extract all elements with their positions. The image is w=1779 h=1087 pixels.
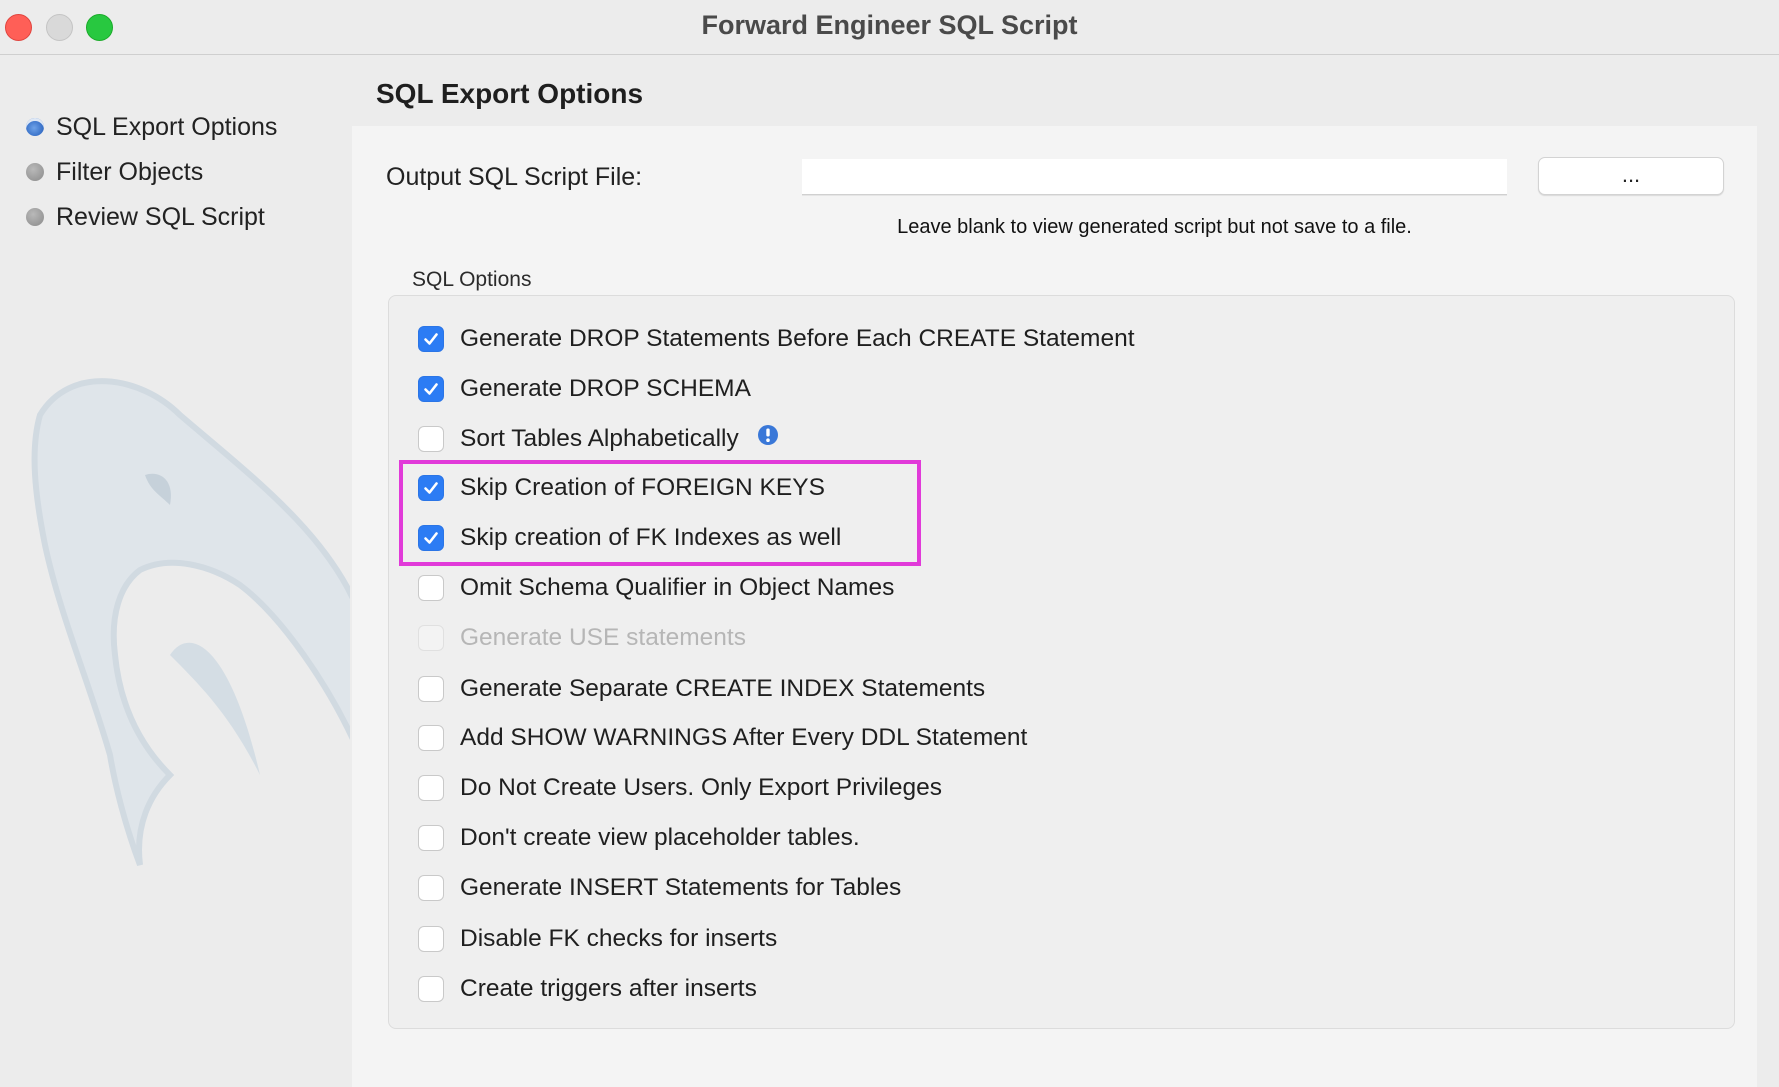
- checkbox[interactable]: [418, 926, 444, 952]
- browse-file-button[interactable]: ...: [1538, 157, 1724, 195]
- sidebar-item-sql-export-options[interactable]: SQL Export Options: [26, 109, 277, 145]
- option-separate-create-index[interactable]: Generate Separate CREATE INDEX Statement…: [418, 672, 985, 706]
- info-icon[interactable]: [757, 424, 779, 446]
- option-label: Disable FK checks for inserts: [460, 925, 778, 952]
- checkmark-icon: [424, 383, 438, 395]
- output-file-input[interactable]: [802, 159, 1507, 195]
- option-no-view-placeholder-tables[interactable]: Don't create view placeholder tables.: [418, 821, 860, 855]
- sidebar-item-filter-objects[interactable]: Filter Objects: [26, 154, 203, 190]
- checkbox[interactable]: [418, 775, 444, 801]
- option-create-triggers-after-inserts[interactable]: Create triggers after inserts: [418, 972, 757, 1006]
- checkmark-icon: [424, 333, 438, 345]
- output-file-hint: Leave blank to view generated script but…: [897, 216, 1412, 238]
- page-title: SQL Export Options: [376, 78, 644, 109]
- step-icon: [26, 208, 44, 226]
- sql-options-group-label: SQL Options: [412, 268, 532, 291]
- output-file-label: Output SQL Script File:: [386, 163, 643, 191]
- option-generate-drop-statements[interactable]: Generate DROP Statements Before Each CRE…: [418, 322, 1135, 356]
- window-title: Forward Engineer SQL Script: [701, 10, 1078, 40]
- option-label: Omit Schema Qualifier in Object Names: [460, 574, 895, 601]
- sidebar-item-review-sql-script[interactable]: Review SQL Script: [26, 199, 265, 235]
- option-label: Don't create view placeholder tables.: [460, 824, 860, 851]
- checkbox[interactable]: [418, 825, 444, 851]
- checkbox[interactable]: [418, 376, 444, 402]
- option-omit-schema-qualifier[interactable]: Omit Schema Qualifier in Object Names: [418, 571, 894, 605]
- option-label: Generate DROP SCHEMA: [460, 375, 751, 402]
- checkbox: [418, 625, 444, 651]
- option-label: Generate USE statements: [460, 624, 746, 651]
- checkbox[interactable]: [418, 426, 444, 452]
- option-label: Create triggers after inserts: [460, 975, 757, 1002]
- option-generate-insert-statements[interactable]: Generate INSERT Statements for Tables: [418, 871, 901, 905]
- option-generate-drop-schema[interactable]: Generate DROP SCHEMA: [418, 372, 751, 406]
- option-label: Add SHOW WARNINGS After Every DDL Statem…: [460, 724, 1028, 751]
- checkbox[interactable]: [418, 676, 444, 702]
- mysql-dolphin-watermark-icon: [31, 378, 350, 867]
- sidebar-item-label: SQL Export Options: [56, 112, 278, 141]
- checkbox[interactable]: [418, 725, 444, 751]
- sidebar-item-label: Review SQL Script: [56, 202, 265, 231]
- checkbox[interactable]: [418, 875, 444, 901]
- option-label: Do Not Create Users. Only Export Privile…: [460, 774, 942, 801]
- sidebar-item-label: Filter Objects: [56, 157, 204, 186]
- wizard-sidebar: SQL Export Options Filter Objects Review…: [0, 55, 350, 1087]
- option-disable-fk-checks[interactable]: Disable FK checks for inserts: [418, 922, 777, 956]
- title-bar: Forward Engineer SQL Script: [0, 0, 1779, 55]
- option-label: Generate Separate CREATE INDEX Statement…: [460, 675, 986, 702]
- step-icon: [26, 163, 44, 181]
- option-label: Generate INSERT Statements for Tables: [460, 874, 902, 901]
- option-label: Sort Tables Alphabetically: [460, 425, 739, 452]
- highlight-annotation-box: [399, 460, 921, 566]
- option-sort-tables-alphabetically[interactable]: Sort Tables Alphabetically: [418, 422, 779, 456]
- option-generate-use-statements: Generate USE statements: [418, 621, 746, 655]
- option-label: Generate DROP Statements Before Each CRE…: [460, 325, 1135, 352]
- option-do-not-create-users[interactable]: Do Not Create Users. Only Export Privile…: [418, 771, 942, 805]
- checkbox[interactable]: [418, 575, 444, 601]
- checkbox[interactable]: [418, 976, 444, 1002]
- option-show-warnings[interactable]: Add SHOW WARNINGS After Every DDL Statem…: [418, 721, 1027, 755]
- checkbox[interactable]: [418, 326, 444, 352]
- active-step-icon: [26, 118, 44, 136]
